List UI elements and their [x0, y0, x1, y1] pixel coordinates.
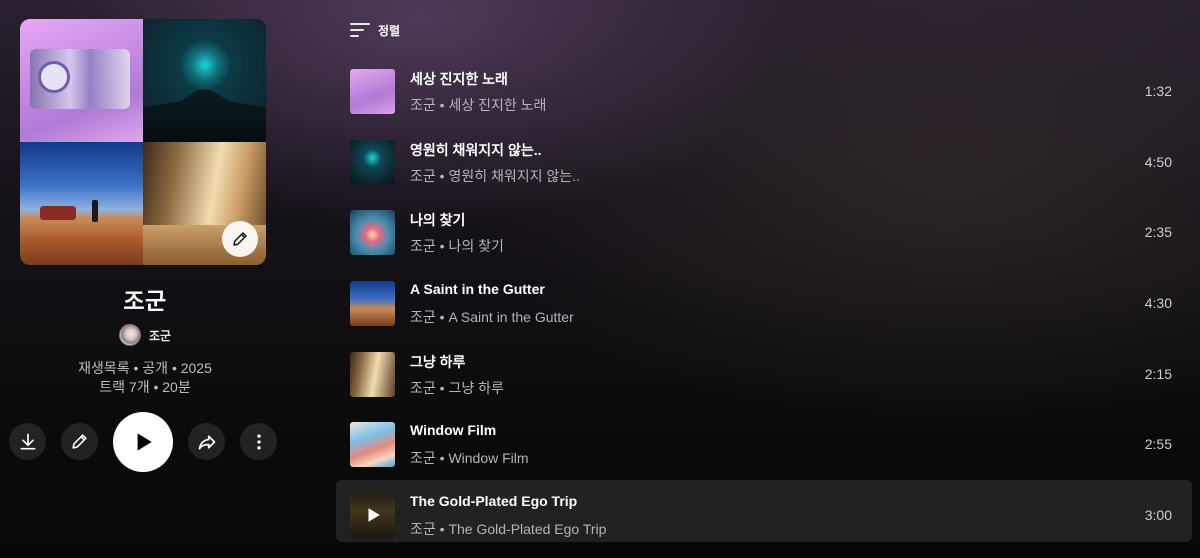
track-subtitle: 조군 • 그냥 하루: [410, 379, 504, 396]
track-play-button[interactable]: [350, 492, 395, 538]
track-row[interactable]: 세상 진지한 노래 조군 • 세상 진지한 노래 1:32: [336, 56, 1192, 118]
play-playlist-button[interactable]: [113, 412, 173, 472]
pencil-icon: [233, 232, 247, 246]
cover-art-1: [20, 19, 143, 142]
track-title[interactable]: 세상 진지한 노래: [410, 69, 508, 89]
play-icon: [137, 433, 152, 451]
track-subtitle: 조군 • 나의 찾기: [410, 238, 504, 255]
cover-art-2: [143, 19, 266, 142]
track-duration: 2:55: [1144, 436, 1172, 453]
download-button[interactable]: [9, 423, 46, 460]
track-row[interactable]: A Saint in the Gutter 조군 • A Saint in th…: [336, 268, 1192, 330]
track-thumbnail: [350, 210, 395, 256]
track-title[interactable]: 영원히 채워지지 않는..: [410, 140, 541, 160]
track-duration: 2:15: [1144, 365, 1172, 382]
track-subtitle: 조군 • 세상 진지한 노래: [410, 97, 547, 113]
track-subtitle: 조군 • The Gold-Plated Ego Trip: [410, 520, 607, 537]
track-duration: 4:30: [1144, 294, 1172, 311]
track-title[interactable]: A Saint in the Gutter: [410, 281, 545, 297]
track-subtitle: 조군 • A Saint in the Gutter: [410, 308, 574, 325]
track-duration: 1:32: [1144, 83, 1172, 99]
more-vertical-icon: [256, 434, 261, 449]
track-row[interactable]: Window Film 조군 • Window Film 2:55: [336, 409, 1192, 471]
track-thumbnail: [350, 351, 395, 397]
sort-icon: [350, 23, 370, 37]
track-thumbnail: [350, 139, 395, 185]
owner-name: 조군: [148, 328, 172, 343]
track-duration: 3:00: [1144, 506, 1172, 523]
avatar: [118, 324, 141, 346]
playlist-owner[interactable]: 조군: [0, 323, 290, 347]
sort-button[interactable]: 정렬: [350, 19, 400, 41]
playlist-meta-type: 재생목록 • 공개 • 2025: [78, 360, 212, 376]
track-thumbnail: [350, 422, 395, 468]
edit-cover-button[interactable]: [222, 221, 258, 257]
share-button[interactable]: [188, 423, 225, 460]
track-thumbnail: [350, 492, 395, 538]
sort-label: 정렬: [378, 23, 401, 38]
more-options-button[interactable]: [240, 423, 277, 460]
share-icon: [198, 434, 215, 449]
track-title[interactable]: Window Film: [410, 422, 496, 438]
track-duration: 2:35: [1144, 224, 1172, 241]
track-row[interactable]: 나의 찾기 조군 • 나의 찾기 2:35: [336, 197, 1192, 259]
track-row-hovered[interactable]: The Gold-Plated Ego Trip 조군 • The Gold-P…: [336, 479, 1192, 542]
track-list: 세상 진지한 노래 조군 • 세상 진지한 노래 1:32 영원히 채워지지 않…: [336, 56, 1192, 551]
track-title[interactable]: 그냥 하루: [410, 352, 465, 372]
track-subtitle: 조군 • Window Film: [410, 450, 529, 467]
playlist-meta-count: 트랙 7개 • 20분: [99, 379, 191, 395]
track-row[interactable]: 그냥 하루 조군 • 그냥 하루 2:15: [336, 339, 1192, 401]
cover-art-3: [20, 142, 143, 265]
edit-playlist-button[interactable]: [61, 423, 98, 460]
track-thumbnail: [350, 69, 395, 114]
playlist-header-panel: 조군 조군 재생목록 • 공개 • 2025 트랙 7개 • 20분: [0, 0, 290, 558]
track-subtitle: 조군 • 영원히 채워지지 않는..: [410, 167, 580, 184]
play-icon: [368, 508, 380, 523]
track-title[interactable]: The Gold-Plated Ego Trip: [410, 493, 577, 509]
track-title[interactable]: 나의 찾기: [410, 210, 465, 230]
track-thumbnail: [350, 280, 395, 326]
download-icon: [20, 433, 36, 449]
track-duration: 4:50: [1144, 153, 1172, 170]
pencil-icon: [72, 434, 87, 449]
track-row[interactable]: 영원히 채워지지 않는.. 조군 • 영원히 채워지지 않는.. 4:50: [336, 127, 1192, 189]
playlist-title: 조군: [123, 288, 167, 314]
